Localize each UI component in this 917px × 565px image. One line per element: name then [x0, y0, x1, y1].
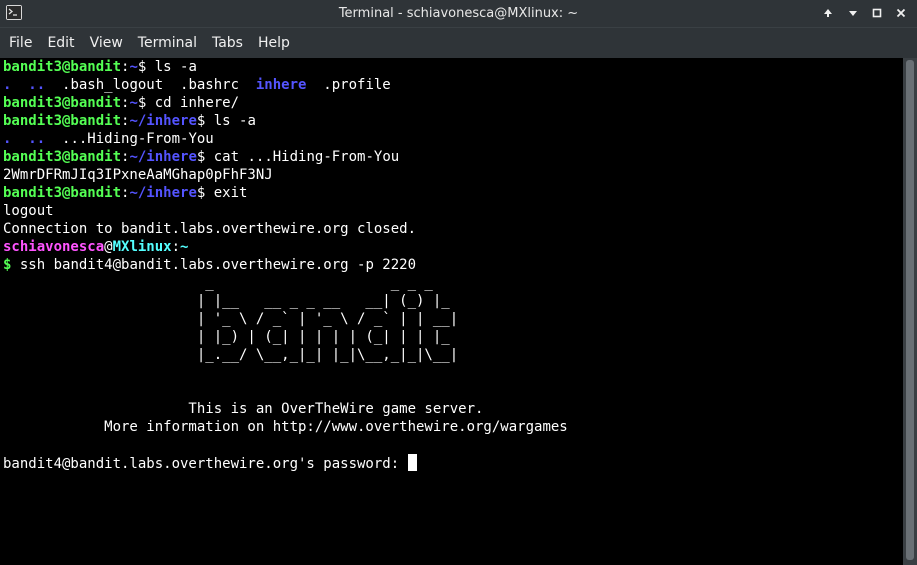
terminal-line: bandit3@bandit:~$ ls -a — [3, 58, 903, 76]
terminal-segment: _ _ _ _ — [3, 275, 459, 291]
terminal-segment: $ cd inhere/ — [137, 95, 240, 111]
terminal-window: Terminal - schiavonesca@MXlinux: ~ File E… — [0, 0, 917, 565]
terminal-segment: | |_) | (_| | | | | (_| | | |_ — [3, 329, 459, 345]
terminal-segment: ssh bandit4@bandit.labs.overthewire.org … — [11, 257, 417, 273]
terminal-segment: $ ls -a — [137, 59, 197, 75]
menu-file[interactable]: File — [9, 28, 32, 51]
terminal-line: | '_ \ / _` | '_ \ / _` | | __| — [3, 310, 903, 328]
terminal-line: More information on http://www.overthewi… — [3, 418, 903, 436]
terminal-segment: .bash_logout .bashrc — [45, 77, 256, 93]
terminal-line: bandit3@bandit:~/inhere$ ls -a — [3, 112, 903, 130]
title-bar[interactable]: Terminal - schiavonesca@MXlinux: ~ — [0, 0, 917, 27]
menu-help[interactable]: Help — [258, 28, 290, 51]
terminal-segment: ~ — [129, 95, 138, 111]
terminal-line: 2WmrDFRmJIq3IPxneAaMGhap0pFhF3NJ — [3, 166, 903, 184]
terminal-line: bandit3@bandit:~/inhere$ cat ...Hiding-F… — [3, 148, 903, 166]
scrollbar-thumb[interactable] — [906, 60, 914, 560]
terminal-text: bandit3@bandit:~$ ls -a. .. .bash_logout… — [0, 58, 903, 473]
terminal-segment: ~ — [129, 59, 138, 75]
terminal-segment: bandit3@bandit — [3, 59, 122, 75]
terminal-line: bandit4@bandit.labs.overthewire.org's pa… — [3, 454, 903, 473]
menu-terminal[interactable]: Terminal — [138, 28, 197, 51]
terminal-line: logout — [3, 202, 903, 220]
terminal-line: _ _ _ _ — [3, 274, 903, 292]
terminal-line: . .. ...Hiding-From-You — [3, 130, 903, 148]
terminal-line: | |_) | (_| | | | | (_| | | |_ — [3, 328, 903, 346]
menu-bar: File Edit View Terminal Tabs Help — [0, 27, 917, 58]
terminal-segment: bandit3@bandit — [3, 95, 122, 111]
terminal-segment: : — [171, 239, 181, 255]
terminal-line: schiavonesca@MXlinux:~ — [3, 238, 903, 256]
terminal-segment: $ exit — [196, 185, 248, 201]
terminal-line: | |__ __ _ _ __ __| (_) |_ — [3, 292, 903, 310]
terminal-line: bandit3@bandit:~/inhere$ exit — [3, 184, 903, 202]
terminal-segment: . .. — [3, 131, 46, 147]
terminal-segment: More information on http://www.overthewi… — [3, 419, 568, 435]
terminal-segment: $ ls -a — [196, 113, 256, 129]
terminal-segment: ~/inhere — [129, 113, 197, 129]
terminal-segment: schiavonesca — [3, 239, 105, 255]
terminal-segment: |_.__/ \__,_|_| |_|\__,_|_|\__| — [3, 347, 459, 363]
minimize-icon[interactable] — [843, 4, 863, 22]
terminal-segment: ~/inhere — [129, 149, 197, 165]
close-icon[interactable] — [891, 4, 911, 22]
terminal-segment: | '_ \ / _` | '_ \ / _` | | __| — [3, 311, 459, 327]
terminal-segment: bandit3@bandit — [3, 113, 122, 129]
terminal-segment: @ — [104, 239, 113, 255]
terminal-segment: . .. — [3, 77, 46, 93]
terminal-output[interactable]: bandit3@bandit:~$ ls -a. .. .bash_logout… — [0, 58, 903, 565]
terminal-segment: bandit4@bandit.labs.overthewire.org's pa… — [3, 456, 408, 472]
keep-above-icon[interactable] — [818, 4, 838, 22]
maximize-icon[interactable] — [867, 4, 887, 22]
terminal-line: . .. .bash_logout .bashrc inhere .profil… — [3, 76, 903, 94]
terminal-segment: ~ — [180, 239, 189, 255]
menu-tabs[interactable]: Tabs — [212, 28, 243, 51]
menu-edit[interactable]: Edit — [47, 28, 74, 51]
terminal-segment: logout — [3, 203, 54, 219]
terminal-segment: This is an OverTheWire game server. — [3, 401, 484, 417]
terminal-line: |_.__/ \__,_|_| |_|\__,_|_|\__| — [3, 346, 903, 364]
terminal-line: $ ssh bandit4@bandit.labs.overthewire.or… — [3, 256, 903, 274]
terminal-segment: | |__ __ _ _ __ __| (_) |_ — [3, 293, 459, 309]
terminal-segment: ~/inhere — [129, 185, 197, 201]
menu-view[interactable]: View — [90, 28, 123, 51]
terminal-segment: Connection to bandit.labs.overthewire.or… — [3, 221, 417, 237]
terminal-segment: .profile — [306, 77, 391, 93]
terminal-line: Connection to bandit.labs.overthewire.or… — [3, 220, 903, 238]
terminal-line: This is an OverTheWire game server. — [3, 400, 903, 418]
terminal-segment: inhere — [255, 77, 307, 93]
window-title: Terminal - schiavonesca@MXlinux: ~ — [338, 6, 579, 21]
terminal-segment: MXlinux — [112, 239, 172, 255]
terminal-line: bandit3@bandit:~$ cd inhere/ — [3, 94, 903, 112]
terminal-segment: bandit3@bandit — [3, 185, 122, 201]
scrollbar[interactable] — [903, 58, 917, 565]
terminal-segment: ...Hiding-From-You — [45, 131, 214, 147]
terminal-segment: bandit3@bandit — [3, 149, 122, 165]
terminal-segment: 2WmrDFRmJIq3IPxneAaMGhap0pFhF3NJ — [3, 167, 273, 183]
terminal-segment: $ cat ...Hiding-From-You — [196, 149, 400, 165]
text-cursor — [407, 454, 417, 471]
